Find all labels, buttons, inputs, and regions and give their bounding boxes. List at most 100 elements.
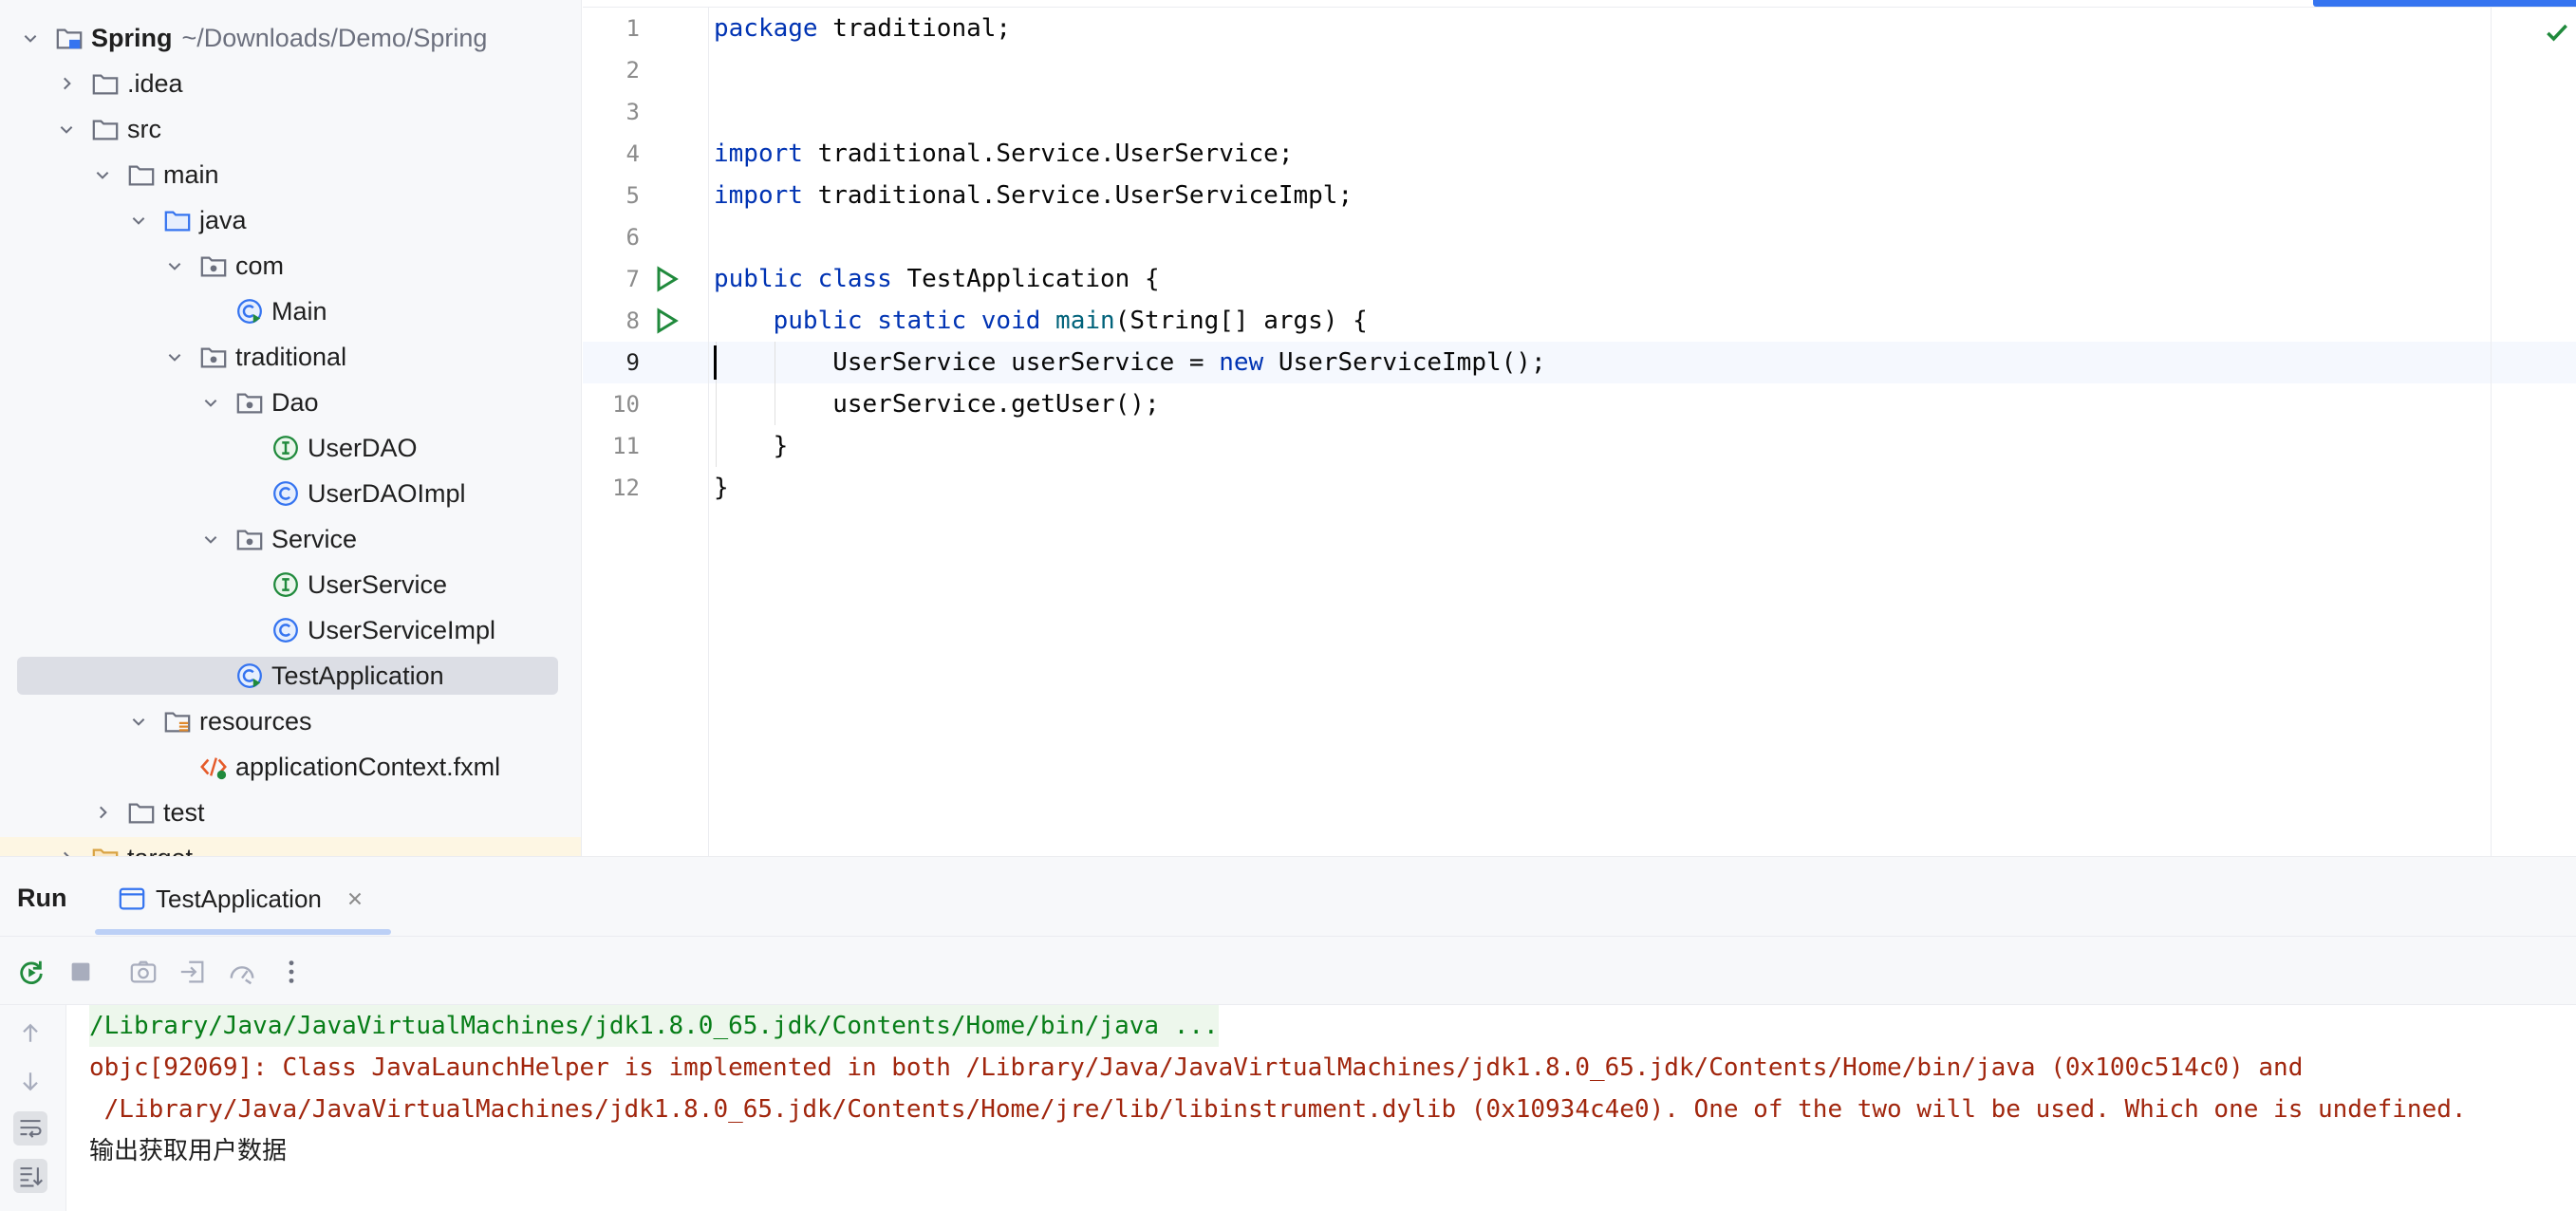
line-number: 8 bbox=[625, 307, 640, 334]
chevron-down-icon[interactable] bbox=[163, 345, 186, 368]
package-icon bbox=[235, 388, 264, 417]
folder-icon bbox=[91, 69, 120, 98]
screenshot-button[interactable] bbox=[127, 956, 159, 988]
chevron-down-icon[interactable] bbox=[127, 710, 150, 733]
stop-button[interactable] bbox=[65, 956, 97, 988]
class-icon bbox=[271, 479, 300, 508]
more-options-button[interactable] bbox=[275, 956, 308, 988]
code-line-7[interactable]: public class TestApplication { bbox=[714, 258, 1160, 300]
class-icon bbox=[271, 616, 300, 644]
line-number: 4 bbox=[625, 140, 640, 167]
tree-root-label: Spring bbox=[91, 23, 173, 52]
tree-item-userserviceimpl[interactable]: UserServiceImpl bbox=[0, 609, 581, 651]
rerun-button[interactable] bbox=[15, 956, 47, 988]
chevron-right-icon[interactable] bbox=[91, 801, 114, 824]
tree-item-com[interactable]: com bbox=[0, 245, 581, 287]
code-line-5[interactable]: import traditional.Service.UserServiceIm… bbox=[714, 175, 1353, 216]
line-number: 7 bbox=[625, 266, 640, 292]
console-sidebar bbox=[0, 1005, 66, 1211]
chevron-down-icon[interactable] bbox=[199, 528, 222, 550]
run-panel[interactable]: Run TestApplication /Library/Java/JavaVi… bbox=[0, 856, 2576, 1211]
folder-icon bbox=[91, 115, 120, 143]
console-error-line: /Library/Java/JavaVirtualMachines/jdk1.8… bbox=[89, 1095, 2467, 1124]
chevron-down-icon[interactable] bbox=[91, 163, 114, 186]
chevron-down-icon[interactable] bbox=[55, 118, 78, 140]
tree-item-traditional[interactable]: traditional bbox=[0, 336, 581, 378]
package-icon bbox=[199, 252, 228, 280]
fxml-file-icon bbox=[199, 753, 228, 781]
tree-item-idea[interactable]: .idea bbox=[0, 63, 581, 104]
code-line-9[interactable]: UserService userService = new UserServic… bbox=[714, 342, 1545, 383]
close-icon[interactable] bbox=[345, 888, 365, 909]
tree-item-src[interactable]: src bbox=[0, 108, 581, 150]
project-tree[interactable]: Spring ~/Downloads/Demo/Spring .idea src… bbox=[0, 0, 582, 856]
tree-item-resources[interactable]: resources bbox=[0, 700, 581, 742]
interface-icon bbox=[271, 434, 300, 462]
chevron-down-icon[interactable] bbox=[163, 254, 186, 277]
tree-item-dao[interactable]: Dao bbox=[0, 382, 581, 423]
line-number: 12 bbox=[612, 475, 640, 501]
tree-root-spring[interactable]: Spring ~/Downloads/Demo/Spring bbox=[0, 17, 581, 59]
run-tab-testapplication[interactable]: TestApplication bbox=[93, 872, 365, 925]
tree-item-service[interactable]: Service bbox=[0, 518, 581, 560]
next-occurrence-button[interactable] bbox=[13, 1064, 47, 1098]
package-icon bbox=[235, 525, 264, 553]
code-line-8[interactable]: public static void main(String[] args) { bbox=[714, 300, 1368, 342]
text-caret bbox=[714, 345, 717, 380]
previous-occurrence-button[interactable] bbox=[13, 1016, 47, 1051]
console-command-line[interactable]: /Library/Java/JavaVirtualMachines/jdk1.8… bbox=[89, 1005, 1219, 1047]
profiler-button[interactable] bbox=[226, 956, 258, 988]
chevron-right-icon[interactable] bbox=[55, 72, 78, 95]
code-line-10[interactable]: userService.getUser(); bbox=[714, 383, 1159, 425]
line-number: 2 bbox=[625, 57, 640, 84]
tree-item-main[interactable]: main bbox=[0, 154, 581, 196]
folder-icon bbox=[127, 160, 156, 189]
tree-item-main-class[interactable]: Main bbox=[0, 290, 581, 332]
code-line-4[interactable]: import traditional.Service.UserService; bbox=[714, 133, 1293, 175]
chevron-down-icon[interactable] bbox=[19, 27, 42, 49]
line-number: 3 bbox=[625, 99, 640, 125]
runnable-class-icon bbox=[235, 297, 264, 326]
tree-item-java[interactable]: java bbox=[0, 199, 581, 241]
excluded-folder-icon bbox=[91, 844, 120, 856]
run-tab-label: TestApplication bbox=[156, 884, 322, 913]
chevron-right-icon[interactable] bbox=[55, 847, 78, 856]
scroll-to-end-button[interactable] bbox=[13, 1159, 47, 1193]
camera-icon bbox=[130, 960, 157, 983]
tree-item-userdao[interactable]: UserDAO bbox=[0, 427, 581, 469]
line-number: 1 bbox=[625, 15, 640, 42]
package-icon bbox=[199, 343, 228, 371]
chevron-down-icon[interactable] bbox=[199, 391, 222, 414]
code-line-1[interactable]: package traditional; bbox=[714, 8, 1011, 49]
tree-item-test[interactable]: test bbox=[0, 792, 581, 833]
run-panel-title: Run bbox=[17, 884, 67, 912]
tree-item-testapplication[interactable]: TestApplication bbox=[0, 655, 581, 697]
tree-item-applicationcontext[interactable]: applicationContext.fxml bbox=[0, 746, 581, 788]
editor-tab-indicator bbox=[2313, 0, 2576, 7]
scroll-to-end-icon bbox=[20, 1167, 43, 1187]
tree-root-path: ~/Downloads/Demo/Spring bbox=[181, 23, 488, 52]
up-arrow-icon bbox=[23, 1023, 38, 1042]
checkmark-icon[interactable] bbox=[2544, 19, 2570, 46]
code-line-11[interactable]: } bbox=[714, 425, 789, 467]
gutter-divider bbox=[708, 8, 709, 856]
run-gutter-icon[interactable] bbox=[651, 264, 681, 294]
exit-button[interactable] bbox=[177, 956, 209, 988]
code-editor[interactable]: 1 2 3 4 5 6 7 8 9 10 11 12 package tradi… bbox=[583, 0, 2576, 856]
tree-item-userservice[interactable]: UserService bbox=[0, 564, 581, 606]
down-arrow-icon bbox=[23, 1072, 38, 1091]
rerun-icon bbox=[20, 960, 43, 984]
run-gutter-icon[interactable] bbox=[651, 306, 681, 336]
tree-item-target[interactable]: target bbox=[0, 837, 581, 856]
console-error-line: objc[92069]: Class JavaLaunchHelper is i… bbox=[89, 1053, 2304, 1082]
chevron-down-icon[interactable] bbox=[127, 209, 150, 232]
line-number-current: 9 bbox=[625, 349, 640, 376]
soft-wrap-button[interactable] bbox=[13, 1111, 47, 1146]
runnable-class-icon bbox=[235, 661, 264, 690]
code-line-12[interactable]: } bbox=[714, 467, 729, 509]
tree-item-userdaoimpl[interactable]: UserDAOImpl bbox=[0, 473, 581, 514]
more-icon bbox=[289, 960, 294, 983]
interface-icon bbox=[271, 570, 300, 599]
line-number: 6 bbox=[625, 224, 640, 251]
soft-wrap-icon bbox=[20, 1120, 42, 1138]
